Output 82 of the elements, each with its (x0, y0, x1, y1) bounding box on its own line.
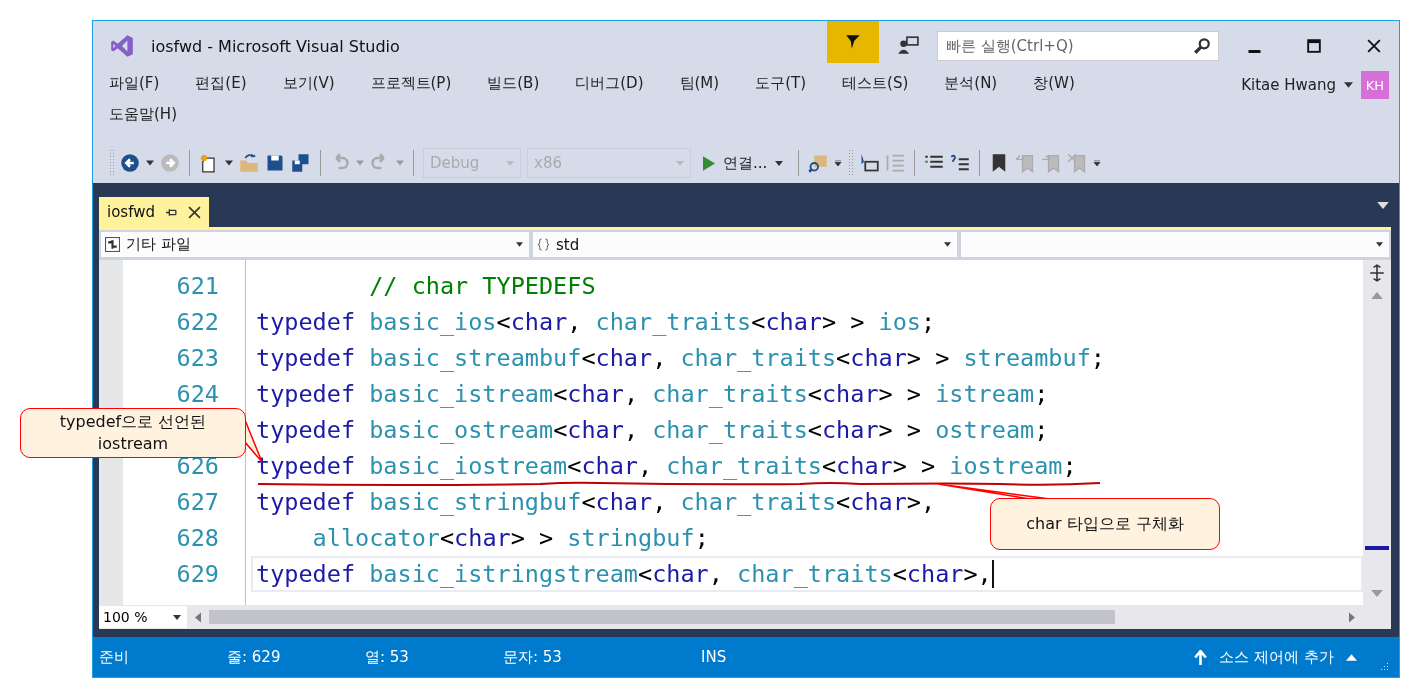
resize-grip-icon[interactable] (1379, 661, 1389, 671)
save-all-icon[interactable] (291, 153, 311, 173)
line-number: 623 (176, 344, 219, 372)
account-name[interactable]: Kitae Hwang (1241, 76, 1336, 94)
status-text: 준비 (99, 647, 130, 667)
quick-launch-field[interactable]: 빠른 실행(Ctrl+Q) (937, 31, 1219, 61)
caret-icon (506, 160, 514, 166)
caret-icon[interactable] (225, 160, 233, 166)
scroll-left-icon[interactable] (195, 611, 201, 623)
caret-icon (173, 614, 181, 620)
caret-icon[interactable] (146, 160, 154, 166)
menu-item[interactable]: 테스트(S) (832, 71, 919, 96)
search-icon (1193, 37, 1211, 55)
line-number: 624 (176, 380, 219, 408)
code-line: typedef basic_ios<char, char_traits<char> > ios; (256, 309, 936, 335)
menu-item[interactable]: 빌드(B) (477, 71, 550, 96)
line-number: 628 (176, 524, 219, 552)
status-text: 줄: 629 (227, 647, 282, 667)
play-icon (703, 155, 715, 171)
menu-item[interactable]: 편집(E) (185, 71, 257, 96)
source-control-button[interactable]: 소스 제어에 추가 (1219, 647, 1334, 667)
menu-item[interactable]: 보기(V) (272, 71, 345, 96)
menu-item[interactable]: 디버그(D) (565, 71, 654, 96)
status-text: 열: 53 (365, 647, 410, 667)
caret-icon[interactable] (1346, 653, 1357, 661)
caret-icon (516, 242, 523, 247)
code-line: typedef basic_istringstream<char, char_traits<char>, (256, 561, 992, 587)
window-title: iosfwd - Microsoft Visual Studio (151, 36, 400, 56)
close-icon[interactable] (187, 205, 201, 219)
caret-icon[interactable] (1344, 82, 1353, 88)
back-icon[interactable] (120, 153, 140, 173)
maximize-icon (1307, 39, 1321, 53)
file-icon (105, 237, 120, 252)
caret-icon (944, 242, 951, 247)
uncomment-lines-icon[interactable] (950, 153, 971, 173)
menu-item[interactable]: 도움말(H) (99, 102, 187, 127)
code-line: typedef basic_istream<char, char_traits<char> > istream; (256, 381, 1049, 407)
status-text: INS (701, 648, 728, 666)
find-in-files-icon[interactable] (808, 153, 829, 173)
line-number: 621 (176, 272, 219, 300)
scroll-thumb[interactable] (1365, 546, 1389, 550)
app-logo-icon (109, 33, 135, 59)
feedback-icon[interactable] (897, 35, 919, 57)
code-line: typedef basic_ostream<char, char_traits<char> > ostream; (256, 417, 1049, 443)
text-caret (991, 560, 994, 588)
code-line: typedef basic_streambuf<char, char_traits<char> > streambuf; (256, 345, 1105, 371)
code-line: typedef basic_stringbuf<char, char_traits<char>, (256, 489, 936, 515)
save-icon[interactable] (265, 153, 285, 173)
overflow-icon[interactable] (1093, 160, 1102, 166)
caret-icon (676, 160, 684, 166)
tab-list-icon[interactable] (1377, 201, 1389, 209)
scroll-thumb[interactable] (209, 610, 1115, 624)
menu-item[interactable]: 파일(F) (99, 71, 170, 96)
minimize-icon (1247, 49, 1261, 53)
scroll-right-icon[interactable] (1349, 611, 1355, 623)
line-number: 629 (176, 560, 219, 588)
overflow-icon[interactable] (834, 160, 843, 166)
attach-button[interactable]: 연결... (697, 152, 790, 174)
upload-arrow-icon[interactable] (1194, 649, 1208, 665)
vertical-scrollbar[interactable] (1363, 260, 1391, 605)
scope-dropdown[interactable]: std (533, 232, 957, 257)
split-icon[interactable] (1369, 264, 1385, 282)
menu-item[interactable]: 창(W) (1023, 71, 1085, 96)
code-line: allocator<char> > stringbuf; (311, 525, 709, 551)
code-line: // char TYPEDEFS (368, 273, 596, 299)
zoom-dropdown[interactable]: 100 % (99, 606, 187, 628)
caret-icon (1376, 242, 1383, 247)
caret-icon (775, 160, 784, 166)
menu-item[interactable]: 도구(T) (745, 71, 817, 96)
project-dropdown[interactable]: 기타 파일 (101, 232, 529, 257)
braces-icon (537, 238, 550, 251)
menu-item[interactable]: 팀(M) (669, 71, 730, 96)
document-tab[interactable]: iosfwd (99, 197, 209, 227)
status-text: 문자: 53 (503, 647, 563, 667)
code-line: typedef basic_iostream<char, char_traits<char> > iostream; (256, 453, 1077, 479)
menu-item[interactable]: 분석(N) (934, 71, 1008, 96)
line-number: 627 (176, 488, 219, 516)
notification-flag-button[interactable] (827, 21, 879, 63)
open-folder-icon[interactable] (239, 153, 259, 173)
menu-item[interactable]: 프로젝트(P) (360, 71, 462, 96)
close-icon (1367, 39, 1381, 53)
line-number: 622 (176, 308, 219, 336)
